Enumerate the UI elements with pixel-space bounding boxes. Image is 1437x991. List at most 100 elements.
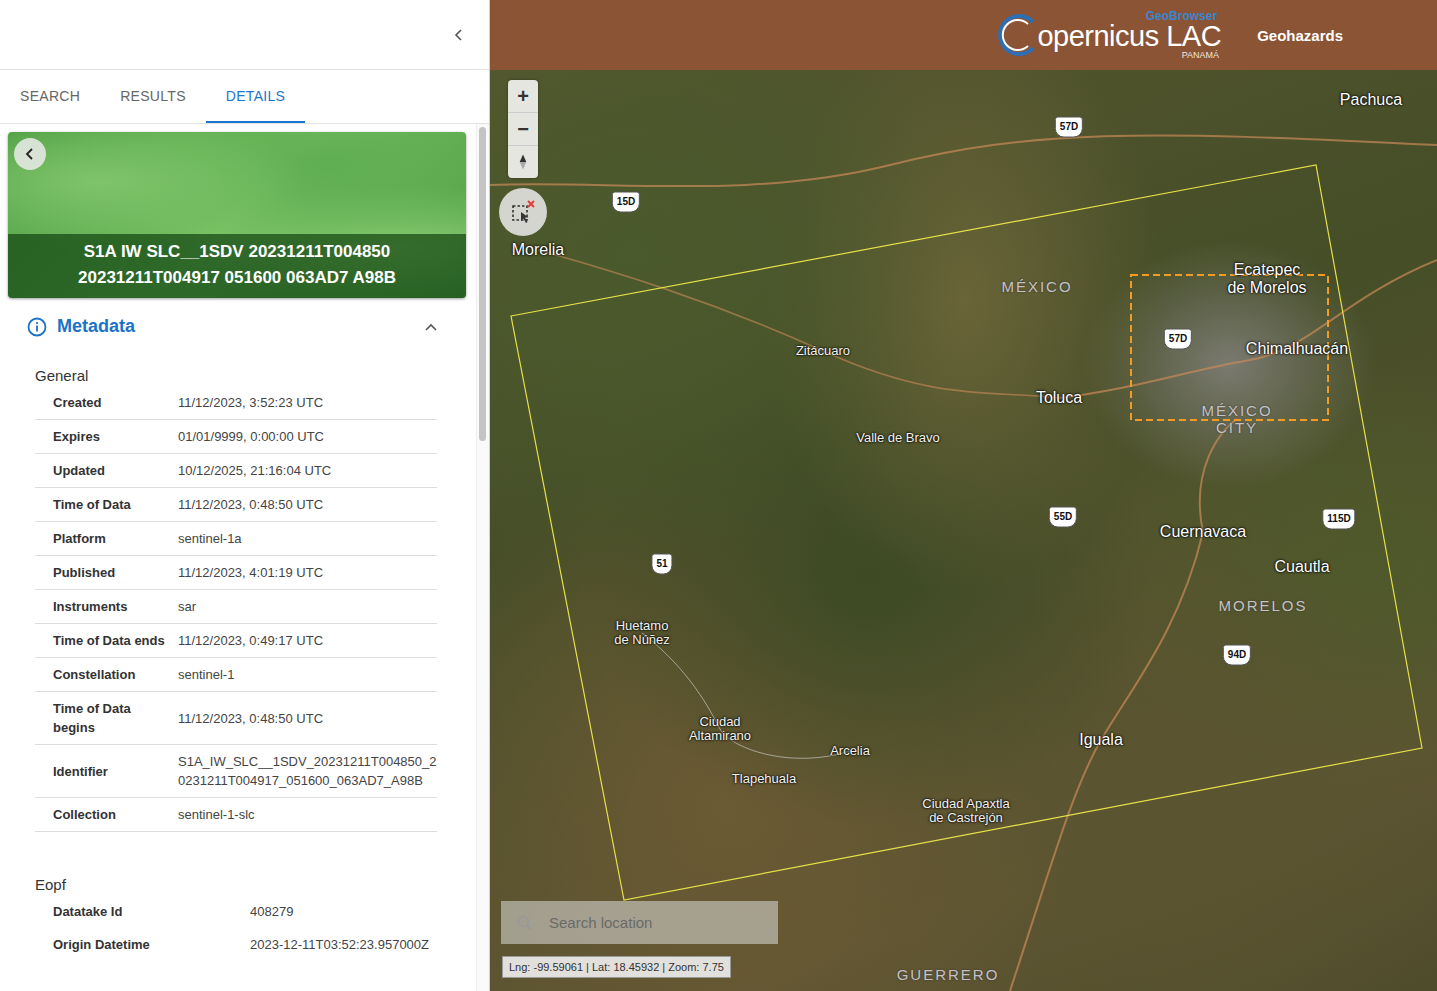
place-label: Huetamode Núñez — [614, 619, 670, 648]
label-line: Iguala — [1079, 731, 1123, 749]
metadata-value: 11/12/2023, 4:01:19 UTC — [178, 563, 437, 582]
place-label: Cuernavaca — [1160, 523, 1246, 541]
metadata-group: General Created 11/12/2023, 3:52:23 UTCE… — [27, 355, 437, 864]
tab[interactable]: RESULTS — [100, 70, 206, 123]
metadata-label: Created — [53, 393, 178, 412]
place-label: MÉXICOCITY — [1201, 403, 1272, 436]
highway-shield: 55D — [1049, 507, 1077, 528]
label-line: Morelia — [512, 241, 564, 259]
label-line: MORELOS — [1218, 598, 1307, 615]
metadata-row: Datatake Id 408279 — [35, 895, 437, 928]
metadata-header[interactable]: Metadata — [27, 298, 437, 355]
location-search[interactable]: Search location — [501, 901, 778, 944]
road — [490, 135, 1437, 186]
place-label: MÉXICO — [1001, 279, 1072, 296]
label-line: Huetamo — [614, 619, 670, 633]
sidebar-header — [0, 0, 489, 70]
label-line: 57D — [1169, 333, 1187, 344]
highway-shield: 115D — [1322, 509, 1355, 530]
label-line: Tlapehuala — [732, 772, 796, 786]
label-line: 15D — [617, 196, 635, 207]
metadata-row: Created 11/12/2023, 3:52:23 UTC — [35, 386, 437, 420]
metadata-label: Expires — [53, 427, 178, 446]
compass-button[interactable] — [508, 146, 538, 178]
metadata-value: sentinel-1a — [178, 529, 437, 548]
highway-shield: 57D — [1055, 117, 1083, 138]
copernicus-logo: GeoBrowser opernicus LAC PANAMÁ — [995, 10, 1221, 60]
scrollbar-thumb[interactable] — [479, 127, 486, 441]
label-line: 55D — [1054, 511, 1072, 522]
product-thumbnail: S1A IW SLC__1SDV 20231211T00485020231211… — [8, 132, 466, 298]
app-name: Geohazards — [1257, 27, 1343, 44]
metadata-value: 2023-12-11T03:52:23.957000Z — [250, 935, 437, 954]
metadata-label: Datatake Id — [53, 902, 250, 921]
metadata-row: Expires 01/01/9999, 0:00:00 UTC — [35, 420, 437, 454]
metadata-group: Eopf Datatake Id 408279Origin Datetime 2… — [27, 864, 437, 991]
metadata-value: 11/12/2023, 3:52:23 UTC — [178, 393, 437, 412]
label-line: 51 — [656, 558, 667, 569]
label-line: Cuernavaca — [1160, 523, 1246, 541]
tab-bar: SEARCHRESULTSDETAILS — [0, 70, 489, 124]
place-label: Chimalhuacán — [1246, 340, 1348, 358]
label-line: 57D — [1060, 121, 1078, 132]
product-title-line: S1A IW SLC__1SDV 20231211T004850 — [84, 242, 391, 262]
metadata-row: Identifier S1A_IW_SLC__1SDV_20231211T004… — [35, 745, 437, 798]
back-button[interactable] — [14, 138, 46, 170]
metadata-value: 11/12/2023, 0:49:17 UTC — [178, 631, 437, 650]
scrollbar[interactable] — [476, 124, 489, 991]
zoom-controls: + − — [508, 80, 538, 178]
label-line: Ecatepec — [1227, 261, 1306, 279]
metadata-label: Platform — [53, 529, 178, 548]
label-line: de Morelos — [1227, 279, 1306, 297]
metadata-row: Updated 10/12/2025, 21:16:04 UTC — [35, 454, 437, 488]
place-label: Morelia — [512, 241, 564, 259]
place-label: GUERRERO — [897, 967, 1000, 984]
tab[interactable]: SEARCH — [0, 70, 100, 123]
label-line: Arcelia — [830, 744, 870, 758]
footprint-outline[interactable] — [511, 165, 1422, 900]
map[interactable]: Pachuca Morelia MÉXICO Ecatepecde Morelos Ch… — [490, 70, 1437, 991]
sidebar: SEARCHRESULTSDETAILS S1A IW SLC__1SDV 20… — [0, 0, 490, 991]
label-line: Pachuca — [1340, 91, 1402, 109]
logo-text: GeoBrowser opernicus LAC PANAMÁ — [1037, 10, 1221, 60]
coordinates-readout: Lng: -99.59061 | Lat: 18.45932 | Zoom: 7… — [502, 956, 731, 978]
label-line: Zitácuaro — [796, 344, 850, 358]
tab[interactable]: DETAILS — [206, 70, 305, 123]
place-label: Zitácuaro — [796, 344, 850, 358]
area-select-icon — [510, 199, 536, 225]
metadata-row: Collection sentinel-1-slc — [35, 798, 437, 832]
zoom-out-button[interactable]: − — [508, 113, 538, 146]
metadata-label: Published — [53, 563, 178, 582]
place-label: Tlapehuala — [732, 772, 796, 786]
highway-shield: 15D — [612, 192, 640, 213]
label-line: Ciudad Apaxtla — [922, 797, 1009, 811]
compass-icon — [518, 153, 528, 171]
metadata-group-title: Eopf — [35, 876, 437, 895]
label-line: Altamirano — [689, 729, 751, 743]
details-panel: S1A IW SLC__1SDV 20231211T00485020231211… — [0, 124, 489, 991]
area-select-button[interactable] — [499, 188, 547, 236]
chevron-left-icon[interactable] — [453, 28, 465, 42]
place-label: Iguala — [1079, 731, 1123, 749]
top-bar: GeoBrowser opernicus LAC PANAMÁ Geohazar… — [490, 0, 1437, 70]
zoom-in-button[interactable]: + — [508, 80, 538, 113]
label-line: Valle de Bravo — [856, 431, 940, 445]
metadata-row: Published 11/12/2023, 4:01:19 UTC — [35, 556, 437, 590]
metadata-label: Constellation — [53, 665, 178, 684]
metadata-row: Time of Data ends 11/12/2023, 0:49:17 UT… — [35, 624, 437, 658]
metadata-row: Instruments sar — [35, 590, 437, 624]
chevron-up-icon — [425, 323, 437, 331]
details-content: S1A IW SLC__1SDV 20231211T00485020231211… — [0, 124, 476, 991]
metadata-value: sar — [178, 597, 437, 616]
place-label: MORELOS — [1218, 598, 1307, 615]
metadata-group-title: General — [35, 367, 437, 386]
label-line: Chimalhuacán — [1246, 340, 1348, 358]
place-label: Pachuca — [1340, 91, 1402, 109]
label-line: de Castrejón — [922, 811, 1009, 825]
label-line: 94D — [1228, 649, 1246, 660]
metadata-value: sentinel-1-slc — [178, 805, 437, 824]
metadata-value: S1A_IW_SLC__1SDV_20231211T004850_2023121… — [178, 752, 437, 790]
place-label: Ciudad Apaxtlade Castrejón — [922, 797, 1009, 826]
road — [1200, 419, 1237, 532]
geobrowser-app: SEARCHRESULTSDETAILS S1A IW SLC__1SDV 20… — [0, 0, 1437, 991]
